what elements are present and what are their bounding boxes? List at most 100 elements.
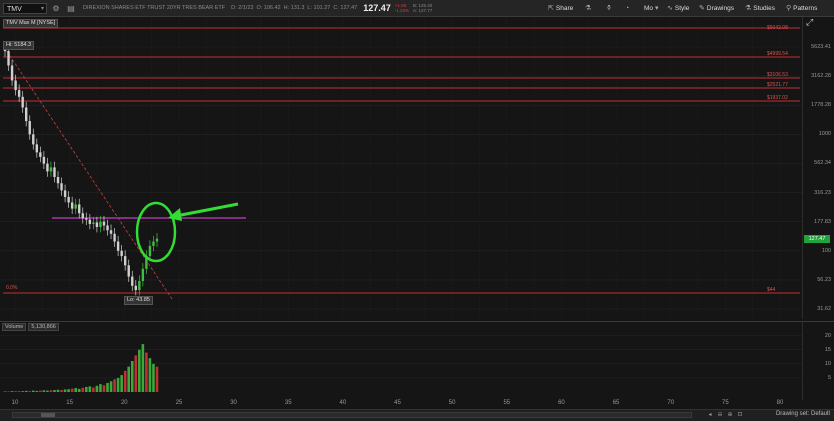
studies-icon: ⚗ (745, 5, 752, 12)
scroll-left-icon[interactable]: ◂ (706, 411, 714, 419)
candle-body (106, 225, 109, 231)
candle-body (78, 204, 81, 214)
share-button[interactable]: ⇱ Share (548, 2, 573, 14)
ohlc-low: L: 101.27 (307, 5, 331, 11)
last-price: 127.47 (363, 3, 391, 13)
candle-body (92, 222, 95, 224)
candle-body (134, 285, 137, 291)
volume-bar (138, 349, 141, 392)
flask-button[interactable]: ⚗ (585, 2, 591, 14)
candle-body (152, 241, 155, 246)
style-icon: ∿ (667, 5, 673, 12)
zoom-icon[interactable]: ⤢ (806, 17, 816, 27)
timeframe-button[interactable]: Mo ▾ (644, 2, 659, 14)
candle-body (60, 183, 63, 191)
volume-bar (3, 391, 7, 392)
scrollbar-thumb[interactable] (41, 413, 55, 417)
price-axis[interactable]: 5623.41 3162.28 1778.28 1000 562.34 316.23 177… (802, 17, 834, 319)
reset-icon[interactable]: ⊡ (736, 411, 744, 419)
horizontal-scrollbar[interactable] (12, 412, 692, 418)
price-chart[interactable] (0, 17, 802, 319)
time-tick-label: 15 (66, 400, 73, 406)
beaker-button[interactable]: ⚱ (606, 2, 612, 14)
symbol-selector[interactable]: TMV (3, 2, 47, 15)
fib-price-label: $44 (767, 287, 776, 293)
volume-bar (53, 390, 56, 392)
volume-bar (35, 390, 39, 392)
volume-bar (120, 375, 123, 392)
bell-button[interactable]: ◔ (625, 2, 629, 14)
gear-icon[interactable]: ⚙ (50, 2, 62, 14)
low-label: Lo: 43.85 (124, 296, 153, 305)
time-tick-label: 45 (394, 400, 401, 406)
volume-bar (67, 389, 70, 392)
time-tick-label: 70 (667, 400, 675, 406)
volume-bar (60, 390, 63, 392)
volume-bar (95, 385, 99, 392)
time-axis[interactable]: 10 15 20 25 30 35 40 45 50 55 60 65 70 75 80 (0, 399, 802, 409)
volume-bar (155, 366, 159, 392)
volume-bar (116, 377, 120, 392)
volume-bar (7, 391, 10, 392)
high-label: Hi: 5184.3 (3, 41, 35, 50)
candle-body (123, 256, 127, 266)
time-tick-label: 20 (120, 400, 128, 406)
volume-bar (63, 389, 67, 392)
price-tick-label: 316.23 (814, 189, 831, 196)
patterns-button[interactable]: ⚲ Patterns (786, 2, 817, 14)
time-tick-label: 80 (776, 400, 784, 406)
volume-bar (56, 389, 60, 392)
price-tick-label: 3162.28 (811, 73, 831, 80)
candle-body (95, 222, 99, 228)
volume-chart[interactable] (0, 321, 802, 400)
chevron-down-icon: ▾ (655, 5, 659, 12)
ohlc-date: D: 2/1/23 (231, 5, 254, 11)
bell-icon: ◔ (625, 4, 630, 12)
volume-bar (99, 384, 102, 392)
time-tick-label: 40 (339, 400, 347, 406)
time-tick-label: 65 (612, 400, 620, 406)
candle-body (28, 121, 31, 135)
volume-bar (77, 388, 81, 392)
volume-value: 5,130,866 (28, 323, 59, 331)
price-tick-label: 56.23 (817, 276, 831, 283)
candle-body (70, 202, 74, 209)
candle-body (39, 152, 42, 157)
volume-bar (21, 391, 24, 392)
style-button[interactable]: ∿ Style (667, 2, 689, 14)
time-tick-label: 25 (175, 400, 183, 406)
drawings-icon: ✎ (699, 5, 705, 12)
candle-body (25, 107, 28, 122)
volume-bar (106, 382, 109, 392)
fib-price-label: $1937.02 (767, 95, 788, 101)
volume-axis: 20 15 10 5 (802, 321, 834, 400)
volume-bar (152, 363, 155, 392)
volume-label: Volume (2, 323, 27, 331)
candle-body (109, 230, 113, 234)
zoom-out-icon[interactable]: ⊖ (716, 411, 724, 419)
candle-body (32, 134, 35, 145)
volume-bar (109, 381, 113, 392)
volume-header: Volume 5,130,866 (2, 323, 59, 331)
candle-body (116, 241, 120, 251)
drawing-set[interactable]: Drawing set: Default (776, 411, 830, 417)
candle-body (14, 80, 17, 91)
price-tick-label: 31.62 (817, 306, 831, 312)
fib-price-label: $3106.53 (767, 72, 788, 78)
volume-bar (81, 387, 85, 392)
volume-bar (42, 390, 46, 392)
price-tick-label: 1000 (818, 131, 831, 138)
volume-tick-label: 10 (824, 360, 831, 367)
ohlc-open: O: 106.42 (256, 5, 281, 11)
studies-button[interactable]: ⚗ Studies (745, 2, 775, 14)
candle-body (85, 218, 88, 220)
studies-label: Studies (753, 4, 775, 12)
candle-body (49, 167, 53, 172)
volume-bar (28, 391, 32, 392)
calendar-icon[interactable]: ▤ (65, 2, 77, 14)
volume-bar (127, 366, 131, 392)
drawings-button[interactable]: ✎ Drawings (699, 2, 734, 14)
price-tick-label: 100 (821, 247, 831, 254)
zoom-in-icon[interactable]: ⊕ (726, 411, 734, 419)
candle-body (46, 163, 49, 172)
